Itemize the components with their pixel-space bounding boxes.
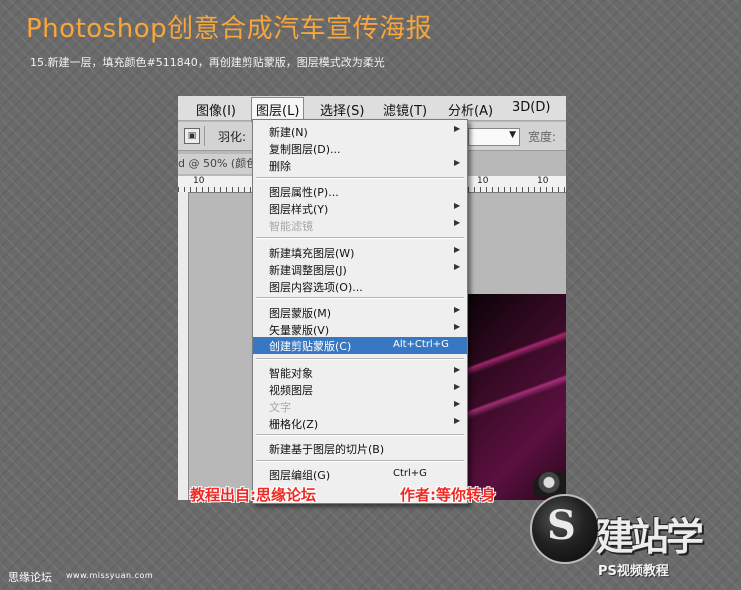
tutorial-source-credit: 教程出自:思缘论坛 — [190, 486, 316, 504]
submenu-arrow-icon: ▶ — [454, 322, 461, 331]
menu-separator — [256, 434, 464, 436]
menu-image[interactable]: 图像(I) — [196, 100, 236, 119]
menu-item-layer-mask[interactable]: 图层蒙版(M) ▶ — [253, 304, 467, 321]
submenu-arrow-icon: ▶ — [454, 245, 461, 254]
options-divider — [204, 126, 205, 146]
menu-item-label: 新建调整图层(J) — [269, 264, 347, 277]
menu-item-layer-content-options[interactable]: 图层内容选项(O)... — [253, 278, 467, 295]
menu-item-label: 图层样式(Y) — [269, 203, 329, 216]
submenu-arrow-icon: ▶ — [454, 201, 461, 210]
menu-separator — [256, 358, 464, 360]
submenu-arrow-icon: ▶ — [454, 365, 461, 374]
menu-item-label: 新建(N) — [269, 126, 308, 139]
style-select[interactable]: ▼ — [468, 128, 520, 146]
horizontal-ruler: 10 — [178, 176, 258, 193]
menu-item-label: 复制图层(D)... — [269, 143, 341, 156]
ruler-label: 10 — [476, 176, 490, 186]
vertical-ruler — [178, 192, 189, 500]
logo-s-glyph: S — [547, 502, 576, 549]
menu-3d[interactable]: 3D(D) — [512, 100, 550, 115]
chevron-down-icon: ▼ — [509, 130, 516, 140]
submenu-arrow-icon: ▶ — [454, 262, 461, 271]
menu-item-new-fill-layer[interactable]: 新建填充图层(W) ▶ — [253, 244, 467, 261]
menu-item-layer-properties[interactable]: 图层属性(P)... — [253, 183, 467, 200]
menu-item-text: 文字 ▶ — [253, 398, 467, 415]
ruler-label: 10 — [192, 176, 206, 186]
menu-item-create-clipping-mask[interactable]: 创建剪贴蒙版(C) Alt+Ctrl+G — [253, 337, 467, 354]
menu-item-label: 删除 — [269, 160, 291, 173]
menu-item-video-layer[interactable]: 视频图层 ▶ — [253, 381, 467, 398]
author-credit: 作者:等你转身 — [400, 486, 496, 504]
submenu-arrow-icon: ▶ — [454, 416, 461, 425]
menu-item-label: 新建填充图层(W) — [269, 247, 355, 260]
feather-label: 羽化: — [218, 130, 247, 144]
menu-analysis[interactable]: 分析(A) — [448, 100, 493, 119]
menu-item-label: 智能滤镜 — [269, 220, 313, 233]
menu-item-label: 新建基于图层的切片(B) — [269, 443, 385, 456]
menu-item-shortcut: Alt+Ctrl+G — [393, 339, 449, 350]
menu-item-shortcut: Ctrl+G — [393, 468, 427, 479]
menu-bar: 图像(I) 图层(L) 选择(S) 滤镜(T) 分析(A) 3D(D) — [178, 96, 566, 122]
page-title: Photoshop创意合成汽车宣传海报 — [26, 14, 433, 44]
menu-item-smart-filter: 智能滤镜 ▶ — [253, 217, 467, 234]
footer-forum-name: 思缘论坛 — [8, 571, 52, 584]
menu-item-label: 图层蒙版(M) — [269, 307, 332, 320]
menu-item-new-adjustment-layer[interactable]: 新建调整图层(J) ▶ — [253, 261, 467, 278]
submenu-arrow-icon: ▶ — [454, 218, 461, 227]
menu-item-new-layer-based-slice[interactable]: 新建基于图层的切片(B) — [253, 440, 467, 457]
menu-separator — [256, 460, 464, 462]
submenu-arrow-icon: ▶ — [454, 124, 461, 133]
menu-select[interactable]: 选择(S) — [320, 100, 364, 119]
menu-item-group-layers[interactable]: 图层编组(G) Ctrl+G — [253, 466, 467, 483]
submenu-arrow-icon: ▶ — [454, 305, 461, 314]
submenu-arrow-icon: ▶ — [454, 382, 461, 391]
menu-separator — [256, 237, 464, 239]
menu-item-label: 视频图层 — [269, 384, 313, 397]
ruler-label: 10 — [536, 176, 550, 186]
menu-item-label: 图层编组(G) — [269, 469, 331, 482]
menu-item-label: 栅格化(Z) — [269, 418, 319, 431]
horizontal-ruler-right: 10 10 — [468, 176, 566, 193]
submenu-arrow-icon: ▶ — [454, 399, 461, 408]
menu-separator — [256, 177, 464, 179]
menu-item-label: 创建剪贴蒙版(C) — [269, 340, 352, 353]
menu-item-label: 图层属性(P)... — [269, 186, 339, 199]
menu-item-label: 图层内容选项(O)... — [269, 281, 363, 294]
menu-item-label: 文字 — [269, 401, 291, 414]
step-description: 15.新建一层，填充颜色#511840，再创建剪贴蒙版，图层模式改为柔光 — [30, 56, 385, 69]
menu-item-smart-object[interactable]: 智能对象 ▶ — [253, 364, 467, 381]
menu-item-layer-style[interactable]: 图层样式(Y) ▶ — [253, 200, 467, 217]
menu-item-label: 智能对象 — [269, 367, 313, 380]
watermark-logo-text: 建站学 — [596, 515, 704, 559]
menu-item-delete[interactable]: 删除 ▶ — [253, 157, 467, 174]
menu-item-rasterize[interactable]: 栅格化(Z) ▶ — [253, 415, 467, 432]
menu-separator — [256, 297, 464, 299]
watermark-subtext: PS视频教程 — [598, 564, 669, 579]
menu-filter[interactable]: 滤镜(T) — [383, 100, 427, 119]
footer-url: www.missyuan.com — [66, 571, 154, 580]
layer-menu-dropdown: 新建(N) ▶ 复制图层(D)... 删除 ▶ 图层属性(P)... 图层样式(… — [252, 119, 468, 504]
menu-item-duplicate-layer[interactable]: 复制图层(D)... — [253, 140, 467, 157]
canvas-image — [468, 294, 566, 500]
menu-item-new[interactable]: 新建(N) ▶ — [253, 123, 467, 140]
menu-item-label: 矢量蒙版(V) — [269, 324, 330, 337]
selection-mode-icon[interactable]: ▣ — [184, 128, 200, 144]
menu-item-vector-mask[interactable]: 矢量蒙版(V) ▶ — [253, 321, 467, 338]
submenu-arrow-icon: ▶ — [454, 158, 461, 167]
width-label: 宽度: — [528, 130, 557, 144]
